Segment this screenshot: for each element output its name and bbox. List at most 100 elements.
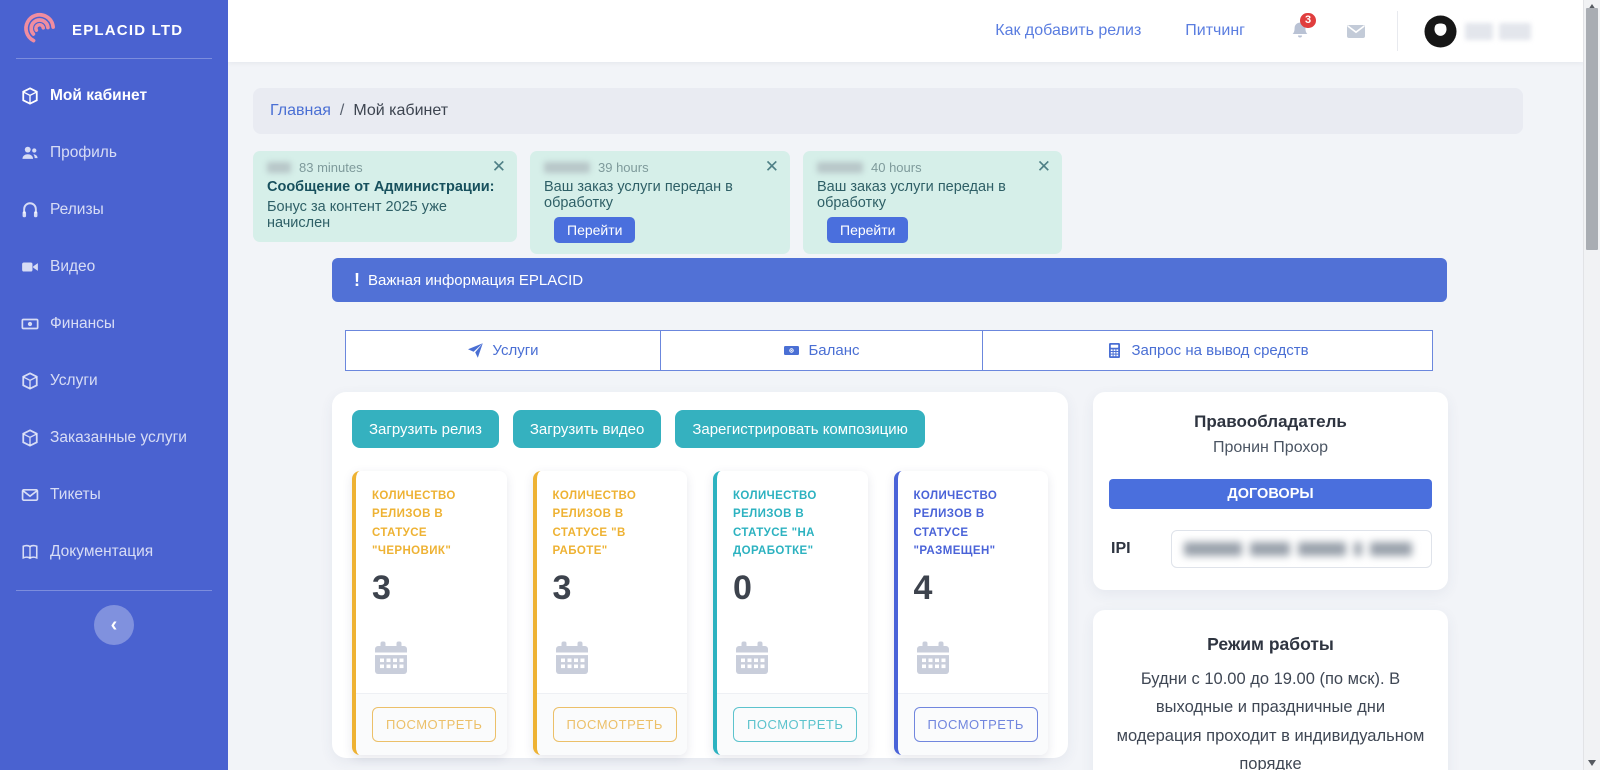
brand-name: EPLACID LTD: [72, 21, 184, 39]
view-button[interactable]: ПОСМОТРЕТЬ: [372, 707, 497, 742]
rights-holder-card: Правообладатель Пронин Прохор ДОГОВОРЫ I…: [1093, 392, 1448, 590]
view-button[interactable]: ПОСМОТРЕТЬ: [552, 707, 677, 742]
upload-video-button[interactable]: Загрузить видео: [512, 410, 662, 448]
sidebar-collapse-button[interactable]: ‹: [94, 605, 134, 645]
brand-logo-row[interactable]: EPLACID LTD: [0, 0, 228, 56]
calendar-icon: [555, 641, 588, 674]
notifications-row: ✕ 83 minutes Сообщение от Администрации:…: [253, 151, 1062, 254]
tab-label: Запрос на вывод средств: [1131, 342, 1309, 359]
view-button[interactable]: ПОСМОТРЕТЬ: [733, 707, 858, 742]
calculator-icon: [1109, 343, 1121, 358]
blurred-ipi-block: [1370, 542, 1412, 556]
contracts-button[interactable]: ДОГОВОРЫ: [1109, 479, 1432, 509]
sidebar-item-releases[interactable]: Релизы: [0, 181, 228, 238]
sidebar-item-label: Финансы: [50, 314, 116, 332]
sidebar-item-label: Мой кабинет: [50, 86, 148, 104]
close-icon[interactable]: ✕: [492, 158, 506, 175]
blurred-ipi-block: [1250, 542, 1290, 556]
sidebar-item-label: Услуги: [50, 371, 98, 389]
cabinet-icon: [21, 86, 39, 105]
profile-icon: [21, 144, 39, 162]
pitching-link[interactable]: Питчинг: [1185, 22, 1245, 40]
user-name-blurred[interactable]: [1465, 22, 1531, 40]
blurred-ipi-block: [1184, 542, 1242, 556]
notifications-bell-button[interactable]: 3: [1289, 13, 1317, 42]
header-divider: [1397, 11, 1398, 51]
sidebar-item-label: Релизы: [50, 200, 104, 218]
blurred-date-block: [544, 162, 590, 173]
stat-title: КОЛИЧЕСТВО РЕЛИЗОВ В СТАТУСЕ "В РАБОТЕ": [552, 490, 637, 558]
chevron-left-icon: ‹: [110, 613, 118, 636]
notification-card: ✕ 39 hours Ваш заказ услуги передан в об…: [530, 151, 790, 254]
notification-text: Ваш заказ услуги передан в обработку: [817, 179, 1006, 211]
sidebar-item-my-cabinet[interactable]: Мой кабинет: [0, 67, 228, 124]
stat-card-in-progress: КОЛИЧЕСТВО РЕЛИЗОВ В СТАТУСЕ "В РАБОТЕ" …: [532, 471, 687, 755]
upload-release-button[interactable]: Загрузить релиз: [352, 410, 499, 448]
ipi-label: IPI: [1111, 540, 1131, 557]
sidebar-item-profile[interactable]: Профиль: [0, 124, 228, 181]
close-icon[interactable]: ✕: [1037, 158, 1051, 175]
tickets-icon: [21, 486, 39, 504]
sidebar-divider-top: [16, 58, 212, 59]
messages-button[interactable]: [1345, 20, 1367, 42]
blurred-date-block: [817, 162, 863, 173]
go-to-button[interactable]: Перейти: [554, 217, 636, 243]
sidebar-item-label: Тикеты: [50, 485, 101, 503]
exclamation-icon: !: [354, 269, 360, 290]
sidebar-item-ordered-services[interactable]: Заказанные услуги: [0, 409, 228, 466]
stat-title: КОЛИЧЕСТВО РЕЛИЗОВ В СТАТУСЕ "НА ДОРАБОТ…: [733, 490, 817, 558]
register-composition-button[interactable]: Зарегистрировать композицию: [675, 410, 925, 448]
working-hours-text: Будни с 10.00 до 19.00 (по мск). В выход…: [1116, 670, 1425, 770]
calendar-icon: [736, 641, 768, 674]
send-icon: [468, 343, 484, 358]
tab-services[interactable]: Услуги: [346, 331, 661, 370]
notification-card: ✕ 40 hours Ваш заказ услуги передан в об…: [803, 151, 1062, 254]
sidebar-item-label: Документация: [50, 542, 154, 560]
breadcrumb-home-link[interactable]: Главная: [270, 102, 331, 120]
blurred-date-block: [267, 162, 291, 173]
stat-card-draft: КОЛИЧЕСТВО РЕЛИЗОВ В СТАТУСЕ "ЧЕРНОВИК" …: [352, 471, 507, 755]
close-icon[interactable]: ✕: [765, 158, 779, 175]
notification-badge: 3: [1300, 13, 1317, 28]
notification-time: 40 hours: [871, 160, 922, 175]
right-column: Правообладатель Пронин Прохор ДОГОВОРЫ I…: [1093, 392, 1448, 770]
rights-holder-name: Пронин Прохор: [1212, 439, 1329, 456]
important-info-banner[interactable]: ! Важная информация EPLACID: [332, 258, 1447, 302]
sidebar-item-video[interactable]: Видео: [0, 238, 228, 295]
view-button[interactable]: ПОСМОТРЕТЬ: [913, 707, 1038, 742]
notification-time: 39 hours: [598, 160, 649, 175]
go-to-button[interactable]: Перейти: [827, 217, 909, 243]
scrollbar-thumb[interactable]: [1586, 8, 1598, 250]
sidebar-divider-bottom: [16, 590, 212, 591]
vertical-scrollbar[interactable]: [1583, 0, 1600, 770]
tab-label: Баланс: [808, 342, 860, 359]
notification-title: Сообщение от Администрации:: [267, 179, 495, 195]
stat-value: 3: [552, 568, 572, 607]
tab-balance[interactable]: 0 Баланс: [661, 331, 983, 370]
releases-summary-card: Загрузить релиз Загрузить видео Зарегист…: [332, 392, 1068, 758]
ipi-input[interactable]: [1171, 530, 1432, 568]
blurred-text-block: [1465, 22, 1493, 40]
services-icon: [21, 371, 39, 390]
how-to-add-release-link[interactable]: Как добавить релиз: [995, 22, 1141, 40]
banknote-icon: 0: [784, 346, 800, 355]
stat-value: 0: [733, 568, 752, 607]
notification-text: Бонус за контент 2025 уже начислен: [267, 199, 447, 231]
releases-icon: [21, 201, 39, 219]
notification-time: 83 minutes: [299, 160, 363, 175]
sidebar-nav: Мой кабинет Профиль Релизы Видео Финансы…: [0, 61, 228, 580]
notification-text: Ваш заказ услуги передан в обработку: [544, 179, 733, 211]
banner-text: Важная информация EPLACID: [368, 271, 584, 289]
stat-value: 3: [372, 568, 391, 607]
sidebar-item-documentation[interactable]: Документация: [0, 523, 228, 580]
rights-holder-title: Правообладатель: [1194, 412, 1347, 431]
stat-card-revision: КОЛИЧЕСТВО РЕЛИЗОВ В СТАТУСЕ "НА ДОРАБОТ…: [713, 471, 868, 755]
sidebar-item-finances[interactable]: Финансы: [0, 295, 228, 352]
top-bar: Как добавить релиз Питчинг 3: [228, 0, 1583, 62]
scrollbar-down-arrow-icon[interactable]: [1588, 760, 1596, 766]
tab-withdraw-request[interactable]: Запрос на вывод средств: [983, 331, 1432, 370]
sidebar-item-services[interactable]: Услуги: [0, 352, 228, 409]
sidebar-item-tickets[interactable]: Тикеты: [0, 466, 228, 523]
ordered-services-icon: [21, 428, 39, 447]
avatar[interactable]: [1424, 14, 1457, 48]
